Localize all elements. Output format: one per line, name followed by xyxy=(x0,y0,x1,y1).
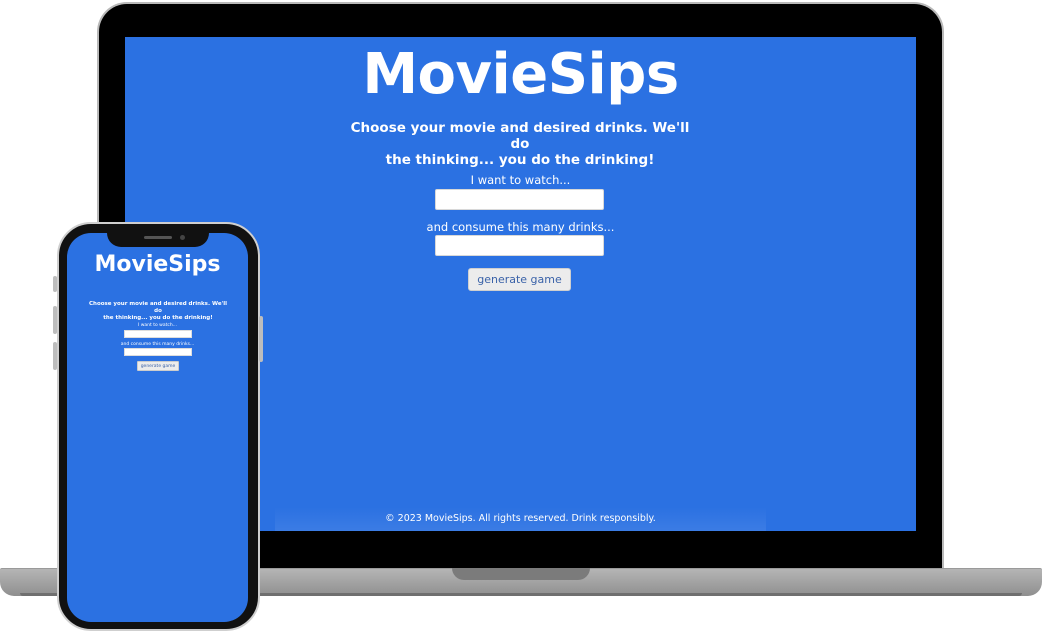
phone-notch xyxy=(107,231,209,247)
brand-logo: MovieSips xyxy=(362,42,679,107)
phone-side-button xyxy=(53,276,57,292)
laptop-trackpad-notch xyxy=(452,568,590,580)
phone-side-button xyxy=(53,306,57,334)
phone-power-button xyxy=(259,316,263,362)
phone-side-button xyxy=(53,342,57,370)
footer: © 2023 MovieSips. All rights reserved. D… xyxy=(275,507,766,531)
movie-label: I want to watch... xyxy=(470,173,571,187)
drinks-input[interactable] xyxy=(435,235,604,256)
tagline: Choose your movie and desired drinks. We… xyxy=(350,120,690,168)
drinks-input-mobile[interactable] xyxy=(124,348,192,356)
movie-input[interactable] xyxy=(435,189,604,210)
phone-speaker xyxy=(144,236,172,239)
tagline-line-1: Choose your movie and desired drinks. We… xyxy=(350,120,690,152)
generate-game-button-mobile[interactable]: generate game xyxy=(137,361,179,371)
phone-screen: MovieSips Choose your movie and desired … xyxy=(67,233,248,622)
tagline-line-1: Choose your movie and desired drinks. We… xyxy=(89,301,227,314)
phone-camera xyxy=(180,235,185,240)
tagline-line-2: the thinking... you do the drinking! xyxy=(103,315,213,321)
tagline-line-2: the thinking... you do the drinking! xyxy=(385,152,655,168)
brand-logo-mobile: MovieSips xyxy=(94,252,221,277)
generate-game-button[interactable]: generate game xyxy=(468,268,571,291)
movie-label-mobile: I want to watch... xyxy=(137,323,177,328)
tagline-mobile: Choose your movie and desired drinks. We… xyxy=(89,301,227,322)
device-mockup: MovieSips Choose your movie and desired … xyxy=(0,0,1042,634)
movie-input-mobile[interactable] xyxy=(124,330,192,338)
